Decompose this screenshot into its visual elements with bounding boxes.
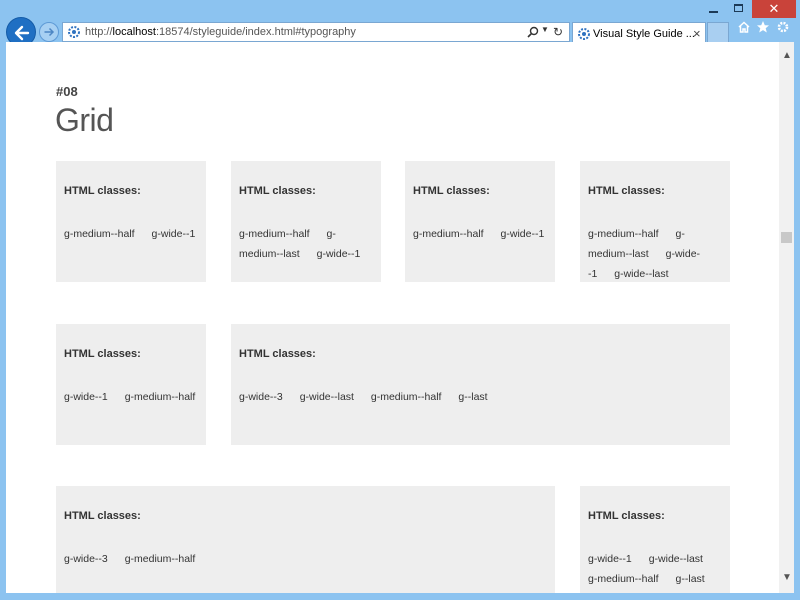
class-name: g-medium--half <box>239 228 310 240</box>
cell-class-list: g-medium--half g-wide--1 <box>413 224 547 244</box>
class-name: g-medium--half <box>124 553 196 565</box>
scroll-down-icon[interactable]: ▼ <box>782 572 792 583</box>
minimize-icon <box>709 11 718 13</box>
grid-cell: HTML classes: g-wide--1 g-medium--half <box>56 324 206 445</box>
grid-cell: HTML classes: g-medium--half g-wide--1 <box>405 161 555 282</box>
cell-class-list: g-wide--3 g-medium--half <box>64 549 547 569</box>
cell-class-list: g-medium--half g-medium--last g-wide--1 … <box>588 224 722 284</box>
grid-cell: HTML classes: g-wide--3 g-medium--half <box>56 486 555 593</box>
tab-close-icon[interactable]: × <box>693 26 701 41</box>
class-name: g-medium--half <box>413 228 484 240</box>
search-icon[interactable] <box>527 26 539 38</box>
cell-heading: HTML classes: <box>64 185 141 197</box>
grid-cell: HTML classes: g-wide--1 g-wide--last g-m… <box>580 486 730 593</box>
class-name: g--last <box>458 391 488 403</box>
gear-icon[interactable] <box>776 20 790 34</box>
cell-heading: HTML classes: <box>588 510 665 522</box>
class-name: g-wide--1 <box>151 228 196 240</box>
cell-class-list: g-wide--3 g-wide--last g-medium--half g-… <box>239 387 722 407</box>
class-name: g-wide--last <box>299 391 354 403</box>
class-name: g-wide--1 <box>316 248 361 260</box>
grid-cell: HTML classes: g-medium--half g-wide--1 <box>56 161 206 282</box>
scroll-up-icon[interactable]: ▲ <box>782 50 792 61</box>
url-host: localhost <box>112 26 156 38</box>
url-path: :18574/styleguide/index.html#typography <box>155 26 356 38</box>
class-name: g-medium--half <box>588 228 659 240</box>
forward-arrow-icon <box>44 27 55 37</box>
cell-heading: HTML classes: <box>239 185 316 197</box>
section-title: Grid <box>55 102 114 138</box>
url-text[interactable]: http://localhost:18574/styleguide/index.… <box>85 26 356 38</box>
grid-cell: HTML classes: g-wide--3 g-wide--last g-m… <box>231 324 730 445</box>
cell-class-list: g-medium--half g-wide--1 <box>64 224 198 244</box>
scroll-thumb[interactable] <box>781 232 792 243</box>
class-name: g-wide--3 <box>239 391 283 403</box>
address-bar[interactable]: http://localhost:18574/styleguide/index.… <box>62 22 570 42</box>
home-icon[interactable] <box>737 20 751 34</box>
class-name: g-wide--1 <box>64 391 108 403</box>
cell-heading: HTML classes: <box>239 348 316 360</box>
class-name: g-medium--half <box>370 391 442 403</box>
tab-favicon-icon <box>578 28 590 40</box>
cell-heading: HTML classes: <box>413 185 490 197</box>
class-name: g-wide--1 <box>500 228 545 240</box>
class-name: g-wide--last <box>648 553 703 565</box>
browser-window: ✕ http://localhost:18574/styleguide/inde… <box>0 0 800 600</box>
cell-class-list: g-wide--1 g-medium--half <box>64 387 198 407</box>
url-scheme: http:// <box>85 26 113 38</box>
grid-cell: HTML classes: g-medium--half g-medium--l… <box>231 161 381 282</box>
page-viewport: #08 Grid HTML classes: g-medium--half g-… <box>6 42 779 593</box>
class-name: g-medium--half <box>588 573 659 585</box>
maximize-icon <box>734 4 743 12</box>
tab-title: Visual Style Guide ... <box>593 28 695 40</box>
forward-button[interactable] <box>39 22 59 42</box>
cell-class-list: g-medium--half g-medium--last g-wide--1 <box>239 224 373 264</box>
star-icon[interactable] <box>756 20 770 34</box>
class-name: g-wide--last <box>614 268 669 280</box>
dropdown-arrow-icon[interactable]: ▼ <box>541 25 549 34</box>
page-favicon-icon <box>68 26 80 38</box>
class-name: g-wide--3 <box>64 553 108 565</box>
class-name: g-medium--half <box>124 391 196 403</box>
refresh-icon[interactable]: ↻ <box>553 25 567 39</box>
cell-class-list: g-wide--1 g-wide--last g-medium--half g-… <box>588 549 722 589</box>
section-number: #08 <box>56 84 78 99</box>
grid-cell: HTML classes: g-medium--half g-medium--l… <box>580 161 730 282</box>
cell-heading: HTML classes: <box>64 510 141 522</box>
class-name: g-wide--1 <box>588 553 632 565</box>
cell-heading: HTML classes: <box>588 185 665 197</box>
class-name: g-medium--half <box>64 228 135 240</box>
cell-heading: HTML classes: <box>64 348 141 360</box>
class-name: g--last <box>675 573 705 585</box>
vertical-scrollbar[interactable]: ▲ ▼ <box>779 42 794 593</box>
back-arrow-icon <box>14 25 30 41</box>
